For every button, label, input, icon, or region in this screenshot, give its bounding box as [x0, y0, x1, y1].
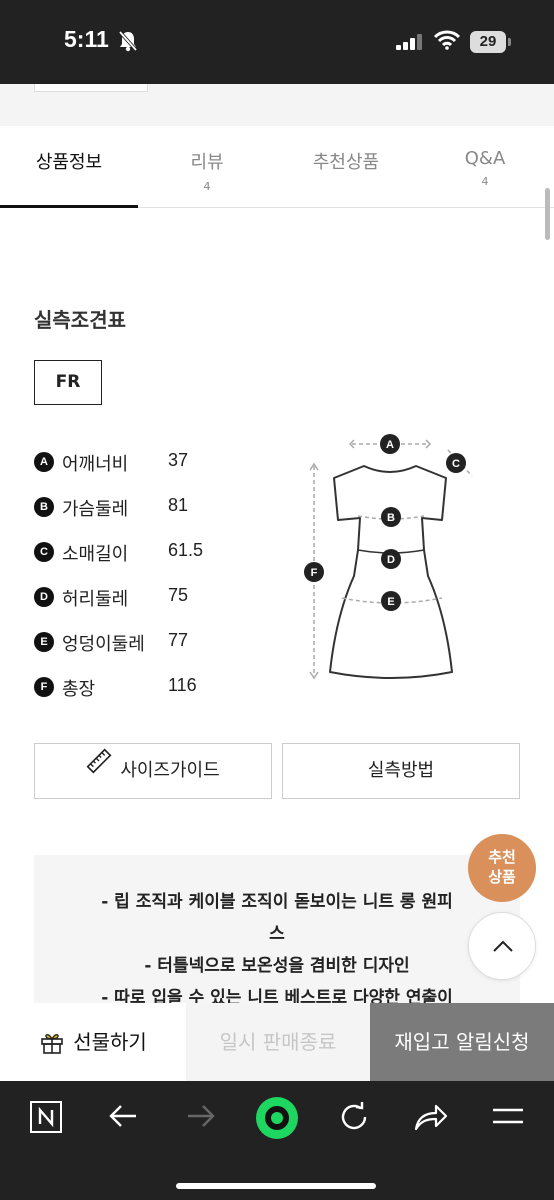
- tab-recommended[interactable]: 추천상품: [276, 126, 416, 208]
- dress-measurement-diagram: A C B D E F: [304, 434, 473, 680]
- chevron-up-icon: [493, 940, 513, 952]
- share-icon[interactable]: [414, 1103, 448, 1135]
- back-arrow-icon[interactable]: [108, 1103, 138, 1133]
- svg-text:C: C: [452, 458, 460, 470]
- ruler-icon: [86, 742, 112, 796]
- product-description: - 립 조직과 케이블 조직이 돋보이는 니트 롱 원피 스 - 터틀넥으로 보…: [34, 855, 520, 1008]
- scroll-to-top-button[interactable]: [468, 912, 536, 980]
- measure-value: 37: [168, 450, 189, 470]
- measure-value: 77: [168, 630, 189, 650]
- measurement-row: F 총장 116: [34, 673, 264, 718]
- measure-key-badge: F: [34, 677, 54, 697]
- home-indicator[interactable]: [176, 1183, 376, 1189]
- measure-value: 116: [168, 675, 197, 695]
- sale-paused-button: 일시 판매종료: [186, 1003, 370, 1081]
- measure-value: 81: [168, 495, 189, 515]
- diagram-badge-c: C: [446, 453, 466, 473]
- cellular-signal-icon: [396, 34, 424, 54]
- battery-indicator: 29: [470, 31, 506, 53]
- description-line: - 터틀넥으로 보온성을 겸비한 디자인: [144, 956, 410, 976]
- measure-key-badge: C: [34, 542, 54, 562]
- restock-alert-button[interactable]: 재입고 알림신청: [370, 1003, 554, 1081]
- battery-tip: [508, 38, 511, 46]
- measure-method-button[interactable]: 실측방법: [282, 743, 520, 799]
- tab-qna[interactable]: Q&A 4: [416, 126, 554, 208]
- wifi-icon: [433, 30, 461, 54]
- measurement-row: D 허리둘레 75: [34, 583, 264, 628]
- measure-key-badge: E: [34, 632, 54, 652]
- measure-value: 75: [168, 585, 189, 605]
- sale-paused-label: 일시 판매종료: [219, 1030, 337, 1054]
- diagram-badge-e: E: [381, 591, 401, 611]
- tab-product-info[interactable]: 상품정보: [0, 126, 138, 208]
- svg-text:B: B: [387, 512, 395, 524]
- measure-name: 엉덩이둘레: [62, 634, 145, 655]
- diagram-badge-f: F: [304, 562, 324, 582]
- measurement-row: A 어깨너비 37: [34, 448, 264, 493]
- svg-text:E: E: [387, 596, 394, 608]
- recommended-label-2: 상품: [488, 868, 516, 886]
- diagram-badge-b: B: [381, 507, 401, 527]
- forward-arrow-icon[interactable]: [186, 1103, 216, 1133]
- measure-name: 허리둘레: [62, 589, 129, 610]
- diagram-badge-d: D: [381, 549, 401, 569]
- size-chart-title: 실측조견표: [34, 308, 126, 332]
- diagram-badge-a: A: [380, 434, 400, 454]
- gift-icon: [41, 1033, 63, 1054]
- measure-name: 소매길이: [62, 544, 129, 565]
- green-dot-icon[interactable]: [256, 1097, 298, 1143]
- restock-alert-label: 재입고 알림신청: [394, 1030, 530, 1054]
- scrollbar[interactable]: [545, 188, 550, 240]
- measure-method-label: 실측방법: [367, 760, 435, 781]
- tab-reviews[interactable]: 리뷰 4: [138, 126, 276, 208]
- tab-count: 4: [481, 175, 489, 188]
- measure-key-badge: A: [34, 452, 54, 472]
- size-option-chip[interactable]: FR: [34, 360, 102, 405]
- measure-key-badge: B: [34, 497, 54, 517]
- measure-name: 가슴둘레: [62, 499, 129, 520]
- description-line: - 립 조직과 케이블 조직이 돋보이는 니트 롱 원피: [101, 892, 453, 912]
- gift-button[interactable]: 선물하기: [0, 1003, 186, 1081]
- collapsed-element: [34, 84, 148, 92]
- tab-label: 리뷰: [190, 152, 224, 173]
- tab-label: 추천상품: [312, 152, 380, 173]
- tab-count: 4: [203, 180, 211, 193]
- size-guide-button[interactable]: 사이즈가이드: [34, 743, 272, 799]
- gift-label: 선물하기: [73, 1030, 147, 1054]
- svg-text:A: A: [386, 439, 394, 451]
- menu-icon[interactable]: [492, 1107, 524, 1131]
- recommended-label-1: 추천: [488, 848, 516, 866]
- measurement-row: E 엉덩이둘레 77: [34, 628, 264, 673]
- measurement-row: B 가슴둘레 81: [34, 493, 264, 538]
- bell-muted-icon: [118, 30, 138, 56]
- tab-label: Q&A: [464, 148, 506, 169]
- description-line: 스: [269, 924, 285, 944]
- refresh-icon[interactable]: [338, 1101, 370, 1137]
- svg-text:D: D: [387, 554, 395, 566]
- svg-text:F: F: [311, 567, 318, 579]
- measure-name: 총장: [62, 679, 96, 700]
- product-tabs: 상품정보 리뷰 4 추천상품 Q&A 4: [0, 126, 554, 208]
- status-time: 5:11: [64, 26, 109, 52]
- measure-key-badge: D: [34, 587, 54, 607]
- recommended-products-button[interactable]: 추천 상품: [468, 834, 536, 902]
- top-spacer: [0, 84, 554, 126]
- measurement-list: A 어깨너비 37 B 가슴둘레 81 C 소매길이 61.5 D 허리둘레 7…: [34, 448, 264, 718]
- measure-name: 어깨너비: [62, 454, 129, 475]
- measure-value: 61.5: [168, 540, 204, 560]
- purchase-bar: 선물하기 일시 판매종료 재입고 알림신청: [0, 1003, 554, 1081]
- measurement-row: C 소매길이 61.5: [34, 538, 264, 583]
- size-guide-label: 사이즈가이드: [120, 760, 220, 781]
- status-bar: 5:11 29: [0, 0, 554, 84]
- tab-label: 상품정보: [35, 152, 103, 173]
- naver-home-icon[interactable]: [30, 1101, 62, 1137]
